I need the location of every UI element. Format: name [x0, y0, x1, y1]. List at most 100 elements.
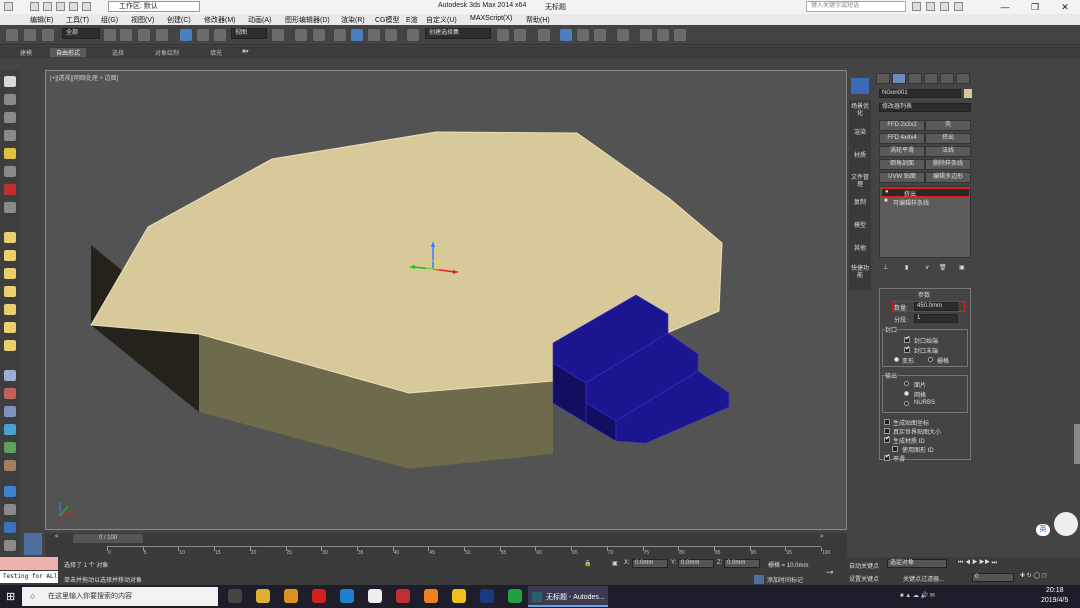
app-icon-3[interactable]	[396, 589, 410, 603]
menu-edit[interactable]: 编辑(E)	[30, 15, 53, 25]
menu-customize[interactable]: 自定义(U)	[426, 15, 457, 25]
selected-object-dropdown[interactable]: 选定对象	[887, 559, 947, 568]
search-icon[interactable]	[912, 2, 921, 11]
misc-tool-icon[interactable]	[4, 202, 16, 213]
help-icon[interactable]	[954, 2, 963, 11]
time-slider-prev-icon[interactable]: <	[55, 534, 59, 540]
mod-delete-spline-button[interactable]: 删除样条线	[925, 159, 971, 170]
minimize-button[interactable]: —	[990, 0, 1020, 14]
system-icon[interactable]	[4, 522, 16, 533]
timeline-ruler[interactable]: 0 5 10 15 20 25 30 35 40 45 50 55 60 65 70 75 80 85 90 95 10…	[107, 546, 830, 556]
rect-selection-icon[interactable]	[138, 29, 150, 41]
help-search-input[interactable]: 键入关键字或短语	[806, 1, 906, 12]
grid-radio[interactable]	[928, 357, 933, 362]
object-color-swatch[interactable]	[964, 89, 972, 98]
right-scroll-handle[interactable]	[1074, 424, 1080, 464]
scene-explorer-icon[interactable]	[4, 112, 16, 123]
modifier-stack[interactable]: ● 挤出 ■ 可编辑样条线	[879, 186, 971, 258]
app-icon-5[interactable]	[452, 589, 466, 603]
stack-item-extrude[interactable]: ● 挤出	[881, 188, 970, 198]
mod-ffd222-button[interactable]: FFD 2x2x2	[879, 120, 925, 131]
nav-controls[interactable]: ✚ ↻ ◯ ◻	[1020, 572, 1047, 579]
schematic-view-icon[interactable]	[594, 29, 606, 41]
curve-editor-icon[interactable]	[577, 29, 589, 41]
app-icon-6[interactable]	[508, 589, 522, 603]
tray-icons[interactable]: ■ ▲ ☁ 🔊 ✉	[900, 592, 935, 599]
app-icon-1[interactable]	[284, 589, 298, 603]
object-name-field[interactable]: NGon001	[879, 89, 961, 98]
close-button[interactable]: ✕	[1050, 0, 1080, 14]
side-item-other[interactable]: 其他	[850, 246, 870, 253]
x-coord-field[interactable]: 0.0mm	[632, 559, 668, 568]
task-view-icon[interactable]	[228, 589, 242, 603]
mod-edit-poly-button[interactable]: 编辑多边形	[925, 172, 971, 183]
edit-named-selection-icon[interactable]	[407, 29, 419, 41]
camera-icon[interactable]	[4, 166, 16, 177]
menu-views[interactable]: 视图(V)	[131, 15, 154, 25]
tool-icon[interactable]	[4, 184, 16, 195]
compound-icon[interactable]	[4, 406, 16, 417]
photoshop-icon[interactable]	[480, 589, 494, 603]
utility-icon[interactable]	[4, 540, 16, 551]
percent-snap-icon[interactable]	[368, 29, 380, 41]
menu-modifiers[interactable]: 修改器(M)	[204, 15, 236, 25]
window-crossing-icon[interactable]	[156, 29, 168, 41]
pin-stack-icon[interactable]: ⊥	[883, 264, 888, 271]
render-setup-icon[interactable]	[640, 29, 652, 41]
cap-start-checkbox[interactable]	[904, 335, 910, 343]
windows-start-icon[interactable]: ⊞	[6, 590, 15, 603]
angle-snap-icon[interactable]	[351, 29, 363, 41]
plant-icon[interactable]	[4, 442, 16, 453]
mod-extrude-button[interactable]: 挤出	[925, 133, 971, 144]
select-manipulate-icon[interactable]	[295, 29, 307, 41]
side-item-copy[interactable]: 复制	[850, 200, 870, 207]
utilities-tab-icon[interactable]	[956, 73, 970, 84]
helper-icon[interactable]	[4, 504, 16, 515]
expand-icon[interactable]: ■	[884, 198, 888, 204]
playback-controls[interactable]: ⏮ ◀ ▶ ▶▶ ⏭	[958, 560, 997, 567]
viewport-layout-icon[interactable]	[4, 94, 16, 105]
ribbon-options-icon[interactable]: ■▾	[242, 48, 249, 55]
ime-indicator[interactable]: 英	[1036, 524, 1050, 536]
side-item-model[interactable]: 模型	[850, 223, 870, 230]
menu-tools[interactable]: 工具(T)	[66, 15, 89, 25]
undo-icon[interactable]	[69, 2, 78, 11]
named-selection-dropdown[interactable]: 创建选择集	[425, 28, 491, 39]
absolute-mode-icon[interactable]: ▣	[612, 560, 618, 567]
motion-tab-icon[interactable]	[924, 73, 938, 84]
show-end-result-icon[interactable]: ▮	[905, 264, 908, 271]
real-world-map-checkbox[interactable]	[884, 428, 890, 434]
file-explorer-icon[interactable]	[256, 589, 270, 603]
menu-maxscript[interactable]: MAXScript(X)	[470, 15, 512, 22]
display-tab-icon[interactable]	[940, 73, 954, 84]
grid-icon[interactable]	[4, 370, 16, 381]
tab-freeform[interactable]: 自由形式	[50, 48, 87, 57]
menu-graph-editors[interactable]: 图形编辑器(D)	[285, 15, 330, 25]
patch-radio[interactable]	[904, 381, 909, 386]
app-logo-icon[interactable]	[4, 2, 13, 11]
tab-object-paint[interactable]: 对象绘制	[155, 48, 179, 57]
render-production-icon[interactable]	[674, 29, 686, 41]
foliage-icon[interactable]	[4, 460, 16, 471]
geosphere-icon[interactable]	[4, 340, 16, 351]
keyboard-shortcut-icon[interactable]	[313, 29, 325, 41]
select-by-name-icon[interactable]	[120, 29, 132, 41]
shape-icon[interactable]	[4, 388, 16, 399]
gen-map-coords-checkbox[interactable]	[884, 419, 890, 425]
mesh-radio[interactable]	[904, 391, 909, 396]
torus-icon[interactable]	[4, 286, 16, 297]
auto-key-label[interactable]: 自动关键点	[849, 561, 879, 570]
select-object-icon[interactable]	[104, 29, 116, 41]
layer-icon[interactable]	[4, 130, 16, 141]
time-slider-next-icon[interactable]: >	[820, 534, 824, 540]
tab-populate[interactable]: 填充	[210, 48, 222, 57]
z-coord-field[interactable]: 0.0mm	[724, 559, 760, 568]
mod-ffd444-button[interactable]: FFD 4x4x4	[879, 133, 925, 144]
maxscript-mini-listener[interactable]	[0, 557, 58, 570]
clock-date[interactable]: 2019/4/5	[1041, 597, 1068, 604]
mod-uvw-map-button[interactable]: UVW 贴图	[879, 172, 925, 183]
clock-time[interactable]: 20:18	[1046, 587, 1064, 594]
set-key-label[interactable]: 设置关键点	[849, 574, 879, 583]
layer-manager-icon[interactable]	[538, 29, 550, 41]
make-unique-icon[interactable]: ∨	[925, 264, 929, 271]
